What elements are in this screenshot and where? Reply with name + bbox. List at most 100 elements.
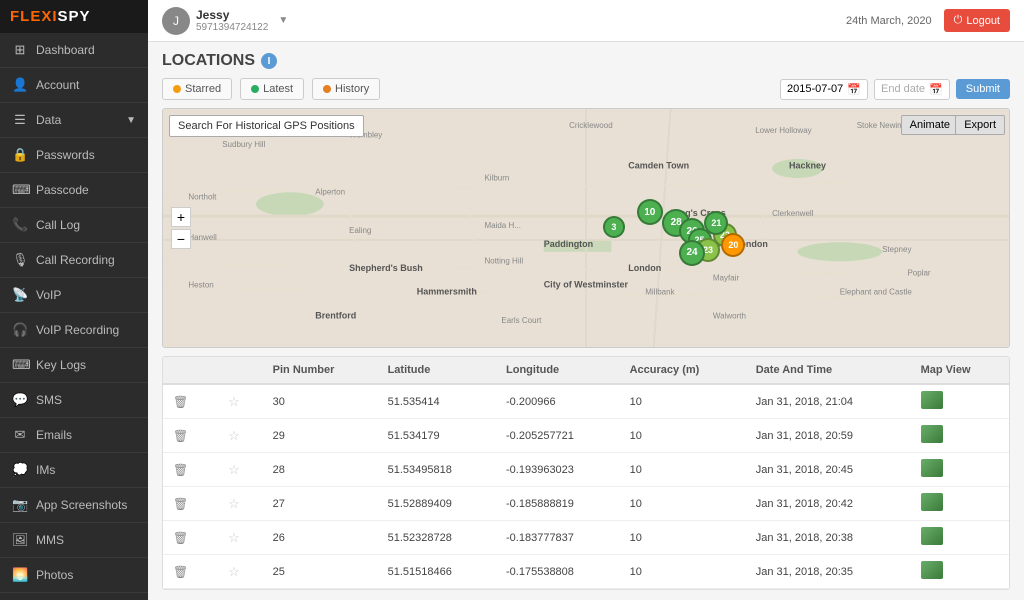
sidebar-item-passcode[interactable]: ⌨ Passcode xyxy=(0,173,148,208)
star-icon-1[interactable]: ☆ xyxy=(228,428,240,443)
sidebar-item-key-logs[interactable]: ⌨ Key Logs xyxy=(0,348,148,383)
delete-icon-5[interactable]: 🗑 xyxy=(173,565,188,579)
sidebar-item-voip[interactable]: 📡 VoIP xyxy=(0,278,148,313)
export-button[interactable]: Export xyxy=(955,115,1005,135)
user-name: Jessy xyxy=(196,8,268,22)
latest-filter-button[interactable]: Latest xyxy=(240,78,304,100)
svg-text:Heston: Heston xyxy=(188,281,213,290)
sidebar-item-ims[interactable]: 💭 IMs xyxy=(0,453,148,488)
sidebar-item-dashboard[interactable]: ⊞ Dashboard xyxy=(0,33,148,68)
mapview-icon-1[interactable] xyxy=(921,425,943,443)
sidebar-item-sms[interactable]: 💬 SMS xyxy=(0,383,148,418)
delete-icon-2[interactable]: 🗑 xyxy=(173,463,188,477)
svg-text:Poplar: Poplar xyxy=(907,269,930,278)
map-cluster-pin-0[interactable]: 3 xyxy=(603,216,625,238)
svg-text:Earls Court: Earls Court xyxy=(501,316,542,325)
dashboard-icon: ⊞ xyxy=(12,42,28,58)
datetime-cell-5: Jan 31, 2018, 20:35 xyxy=(746,555,911,589)
mapview-icon-0[interactable] xyxy=(921,391,943,409)
delete-icon-4[interactable]: 🗑 xyxy=(173,531,188,545)
svg-text:Sudbury Hill: Sudbury Hill xyxy=(222,140,265,149)
end-date-input[interactable]: End date 📅 xyxy=(874,79,950,100)
logout-button[interactable]: ⏻ Logout xyxy=(944,9,1010,32)
svg-text:Walworth: Walworth xyxy=(713,311,746,320)
sidebar-nav: ⊞ Dashboard 👤 Account ☰ Data ▼ 🔒 Passwor… xyxy=(0,33,148,600)
delete-cell-5: 🗑 xyxy=(163,555,218,589)
sidebar-item-account[interactable]: 👤 Account xyxy=(0,68,148,103)
delete-icon-0[interactable]: 🗑 xyxy=(173,395,188,409)
sidebar-item-emails[interactable]: ✉ Emails xyxy=(0,418,148,453)
sidebar-label-voip: VoIP xyxy=(36,288,61,302)
accuracy-cell-4: 10 xyxy=(620,521,746,555)
zoom-out-button[interactable]: − xyxy=(171,229,191,249)
star-icon-2[interactable]: ☆ xyxy=(228,462,240,477)
star-cell-3: ☆ xyxy=(218,487,263,521)
map-search-bar[interactable]: Search For Historical GPS Positions xyxy=(169,115,364,137)
starred-label: Starred xyxy=(185,83,221,95)
delete-cell-3: 🗑 xyxy=(163,487,218,521)
sidebar-label-sms: SMS xyxy=(36,393,62,407)
delete-icon-1[interactable]: 🗑 xyxy=(173,429,188,443)
mapview-icon-3[interactable] xyxy=(921,493,943,511)
end-date-placeholder: End date xyxy=(881,83,925,95)
delete-icon-3[interactable]: 🗑 xyxy=(173,497,188,511)
col-pin: Pin Number xyxy=(263,357,378,384)
animate-button[interactable]: Animate xyxy=(901,115,959,135)
star-cell-1: ☆ xyxy=(218,419,263,453)
sidebar-item-mms[interactable]: 🖼 MMS xyxy=(0,523,148,558)
sidebar-item-call-log[interactable]: 📞 Call Log xyxy=(0,208,148,243)
photos-icon: 🌅 xyxy=(12,567,28,583)
topbar: J Jessy 5971394724122 ▼ 24th March, 2020… xyxy=(148,0,1024,42)
emails-icon: ✉ xyxy=(12,427,28,443)
info-icon[interactable]: i xyxy=(261,53,277,69)
submit-button[interactable]: Submit xyxy=(956,79,1010,99)
svg-text:Notting Hill: Notting Hill xyxy=(484,257,523,266)
table-row: 🗑 ☆ 27 51.52889409 -0.185888819 10 Jan 3… xyxy=(163,487,1009,521)
starred-filter-button[interactable]: Starred xyxy=(162,78,232,100)
sidebar-item-data[interactable]: ☰ Data ▼ xyxy=(0,103,148,138)
sidebar-label-app-screenshots: App Screenshots xyxy=(36,498,127,512)
mapview-cell-5 xyxy=(911,555,1009,589)
star-icon-5[interactable]: ☆ xyxy=(228,564,240,579)
datetime-cell-2: Jan 31, 2018, 20:45 xyxy=(746,453,911,487)
accuracy-cell-0: 10 xyxy=(620,384,746,419)
map-cluster-pin-9[interactable]: 24 xyxy=(679,240,705,266)
starred-dot xyxy=(173,85,181,93)
pin-cell-0: 30 xyxy=(263,384,378,419)
sidebar-label-key-logs: Key Logs xyxy=(36,358,86,372)
zoom-controls: + − xyxy=(171,207,191,249)
start-date-input[interactable]: 2015-07-07 📅 xyxy=(780,79,868,100)
avatar: J xyxy=(162,7,190,35)
mms-icon: 🖼 xyxy=(12,532,28,548)
sidebar-item-voip-recording[interactable]: 🎧 VoIP Recording xyxy=(0,313,148,348)
mapview-icon-5[interactable] xyxy=(921,561,943,579)
mapview-cell-0 xyxy=(911,384,1009,419)
star-icon-4[interactable]: ☆ xyxy=(228,530,240,545)
mapview-icon-4[interactable] xyxy=(921,527,943,545)
star-cell-0: ☆ xyxy=(218,384,263,419)
svg-text:Maida H...: Maida H... xyxy=(484,221,520,230)
star-icon-3[interactable]: ☆ xyxy=(228,496,240,511)
power-icon: ⏻ xyxy=(954,14,963,27)
history-filter-button[interactable]: History xyxy=(312,78,380,100)
star-icon-0[interactable]: ☆ xyxy=(228,394,240,409)
passwords-icon: 🔒 xyxy=(12,147,28,163)
sidebar-label-passcode: Passcode xyxy=(36,183,89,197)
sidebar-item-photos[interactable]: 🌅 Photos xyxy=(0,558,148,593)
pin-cell-5: 25 xyxy=(263,555,378,589)
sidebar-item-call-recording[interactable]: 🎙 Call Recording xyxy=(0,243,148,278)
col-delete xyxy=(163,357,218,384)
svg-text:Ealing: Ealing xyxy=(349,226,371,235)
zoom-in-button[interactable]: + xyxy=(171,207,191,227)
sidebar-item-passwords[interactable]: 🔒 Passwords xyxy=(0,138,148,173)
locations-table: Pin Number Latitude Longitude Accuracy (… xyxy=(162,356,1010,590)
table-body: 🗑 ☆ 30 51.535414 -0.200966 10 Jan 31, 20… xyxy=(163,384,1009,589)
sidebar-item-app-screenshots[interactable]: 📷 App Screenshots xyxy=(0,488,148,523)
calendar-icon-end: 📅 xyxy=(929,83,943,96)
map-cluster-pin-8[interactable]: 20 xyxy=(721,233,745,257)
svg-text:Clerkenwell: Clerkenwell xyxy=(772,209,814,218)
accuracy-cell-3: 10 xyxy=(620,487,746,521)
sidebar-item-videos[interactable]: 🎬 Videos xyxy=(0,593,148,600)
user-info[interactable]: J Jessy 5971394724122 ▼ xyxy=(162,7,288,35)
mapview-icon-2[interactable] xyxy=(921,459,943,477)
